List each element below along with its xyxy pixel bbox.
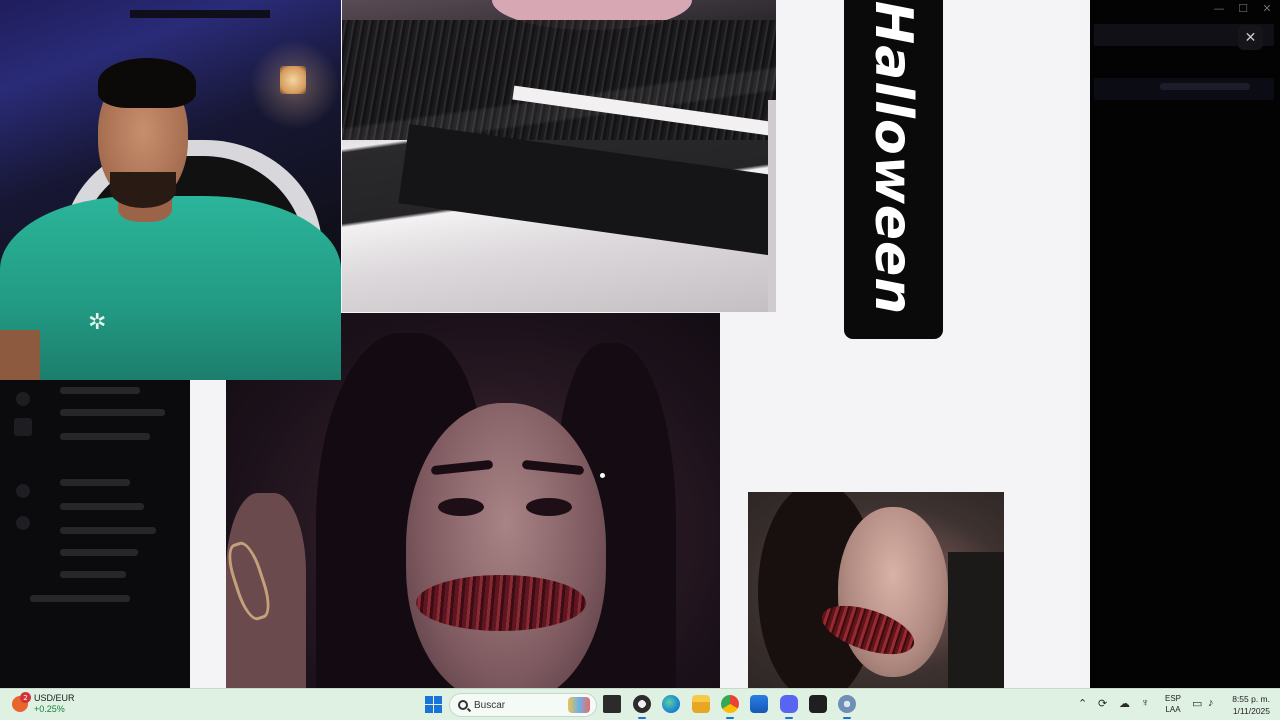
network-icon[interactable]: ▭ [1192,697,1202,710]
task-view-icon[interactable] [603,695,621,713]
close-window-icon[interactable]: ✕ [1260,2,1274,15]
start-button[interactable] [425,696,442,713]
member-panel [1090,0,1280,688]
taskbar-search[interactable]: Buscar [449,693,597,717]
epic-games-icon[interactable] [809,695,827,713]
language-indicator[interactable]: ESP LAA [1160,693,1186,715]
discord-icon[interactable] [780,695,798,719]
system-clock[interactable]: 8:55 p. m. 1/11/2025 [1222,693,1270,717]
maximize-icon[interactable]: ☐ [1236,2,1250,15]
obs-studio-icon[interactable] [633,695,651,719]
server-icon[interactable] [16,516,30,530]
collage-photo-top [342,0,776,312]
chart-icon: 2 [12,692,31,712]
desktop-screen: — ☐ ✕ Halloween ✕ ✲ 2 USD/EUR +0.25% Bus… [0,0,1280,720]
chevron-up-icon[interactable]: ⌃ [1078,697,1087,710]
search-highlight-icon [568,697,590,713]
store-icon[interactable] [750,695,768,713]
language-layout: LAA [1165,705,1181,714]
server-icon[interactable] [14,418,32,436]
microphone-icon[interactable]: ♆ [1141,697,1149,709]
close-icon: ✕ [1244,29,1257,46]
edge-icon[interactable] [662,695,680,713]
close-viewer-button[interactable]: ✕ [1238,25,1263,50]
file-explorer-icon[interactable] [692,695,710,713]
clock-time: 8:55 p. m. [1232,694,1270,704]
clock-date: 1/11/2025 [1232,706,1270,716]
halloween-poster: Halloween [844,0,943,339]
search-icon [458,700,468,710]
widget-change: +0.25% [34,704,65,714]
channel-sidebar [0,380,190,688]
streamer-webcam: ✲ [0,0,341,380]
widget-title: USD/EUR [34,693,75,703]
poster-title: Halloween [863,0,923,316]
chrome-icon[interactable] [721,695,739,719]
mouse-cursor [599,472,606,479]
onedrive-icon[interactable]: ☁ [1119,697,1130,710]
collage-photo-small [748,492,1004,688]
minimize-icon[interactable]: — [1212,2,1226,15]
notification-badge: 2 [20,692,31,703]
search-placeholder: Buscar [474,699,506,711]
volume-icon[interactable]: ♪ [1208,697,1214,709]
window-controls: — ☐ ✕ [1212,2,1274,15]
taskbar: 2 USD/EUR +0.25% Buscar ⌃ ⟳ ☁ ♆ ESP LAA … [0,688,1280,720]
stock-widget[interactable]: 2 USD/EUR +0.25% [12,692,75,715]
language-code: ESP [1164,694,1181,703]
settings-icon[interactable] [838,695,856,719]
server-icon[interactable] [16,484,30,498]
sync-icon[interactable]: ⟳ [1098,697,1107,710]
server-icon[interactable] [16,392,30,406]
panel-highlight [1094,78,1274,100]
